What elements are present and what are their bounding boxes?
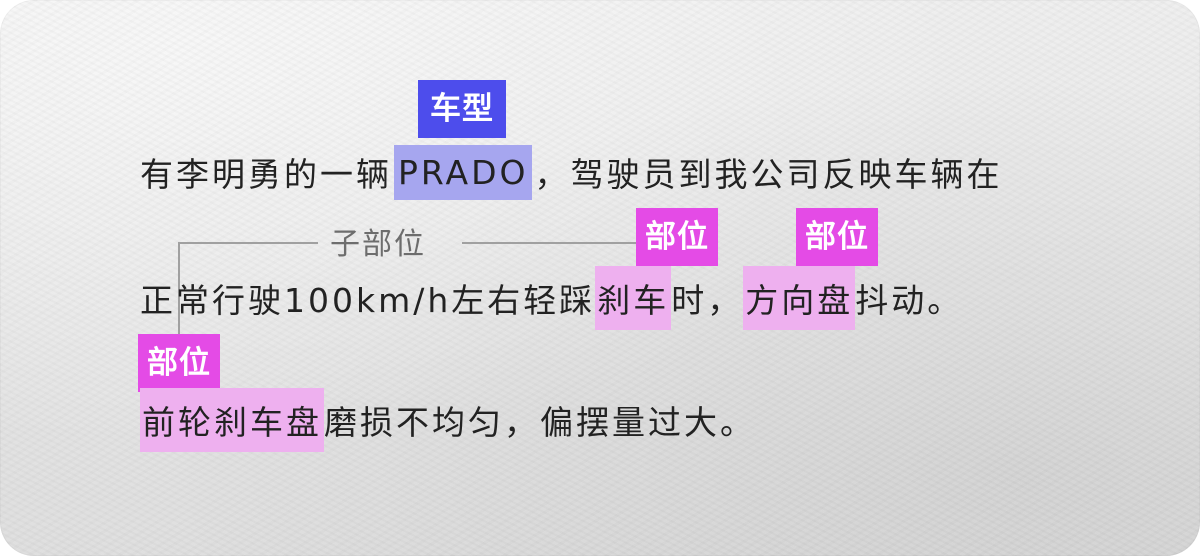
vehicle-model-highlight: PRADO [394, 144, 533, 200]
part-tag-steering: 部位 [796, 208, 878, 266]
sub-part-label: 子部位 [330, 227, 426, 262]
sentence-line-3: 前轮刹车盘 磨损不均匀，偏摆量过大。 [140, 388, 756, 452]
sentence-line-2: 正常行驶100km/h左右轻踩 刹车 时， 方向盘 抖动。 [140, 266, 964, 330]
part-tag-brake: 部位 [636, 208, 718, 266]
vehicle-model-tag: 车型 [418, 80, 506, 138]
sentence-line-1: 有李明勇的一辆 PRADO ，驾驶员到我公司反映车辆在 [140, 144, 1002, 200]
line2-text-before: 正常行驶100km/h左右轻踩 [140, 281, 596, 320]
part-tag-front-brake-disc: 部位 [138, 334, 220, 392]
line1-text-after: ，驾驶员到我公司反映车辆在 [534, 155, 1003, 194]
steering-wheel-highlight: 方向盘 [743, 266, 856, 330]
line1-text-before: 有李明勇的一辆 [140, 155, 392, 194]
front-brake-disc-highlight: 前轮刹车盘 [140, 388, 324, 452]
line2-text-middle: 时， [671, 281, 744, 320]
line2-text-after: 抖动。 [855, 281, 964, 320]
annotation-card: 车型 有李明勇的一辆 PRADO ，驾驶员到我公司反映车辆在 子部位 部位 部位 正… [0, 0, 1200, 556]
line3-text-after: 磨损不均匀，偏摆量过大。 [324, 403, 756, 442]
brake-highlight: 刹车 [595, 266, 672, 330]
